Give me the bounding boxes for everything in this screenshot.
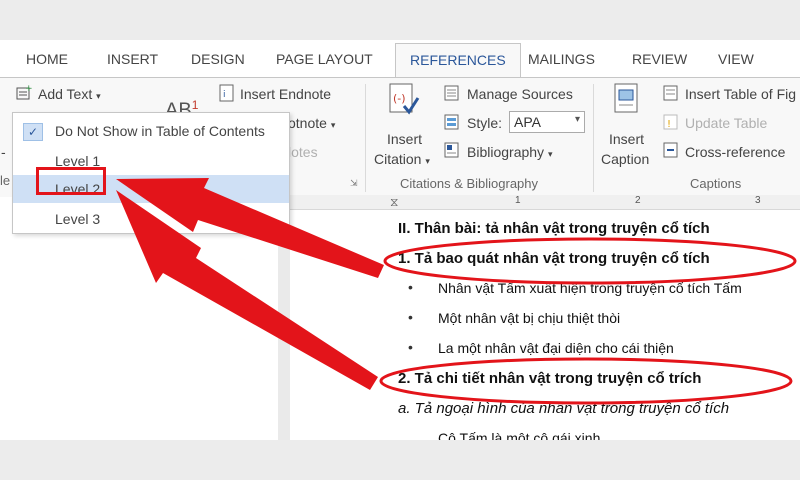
ellipse-item-2	[379, 357, 793, 405]
annotation-overlay	[116, 178, 797, 405]
ellipse-item-1	[383, 237, 797, 285]
word-screenshot: HOME INSERT DESIGN PAGE LAYOUT REFERENCE…	[0, 40, 800, 440]
